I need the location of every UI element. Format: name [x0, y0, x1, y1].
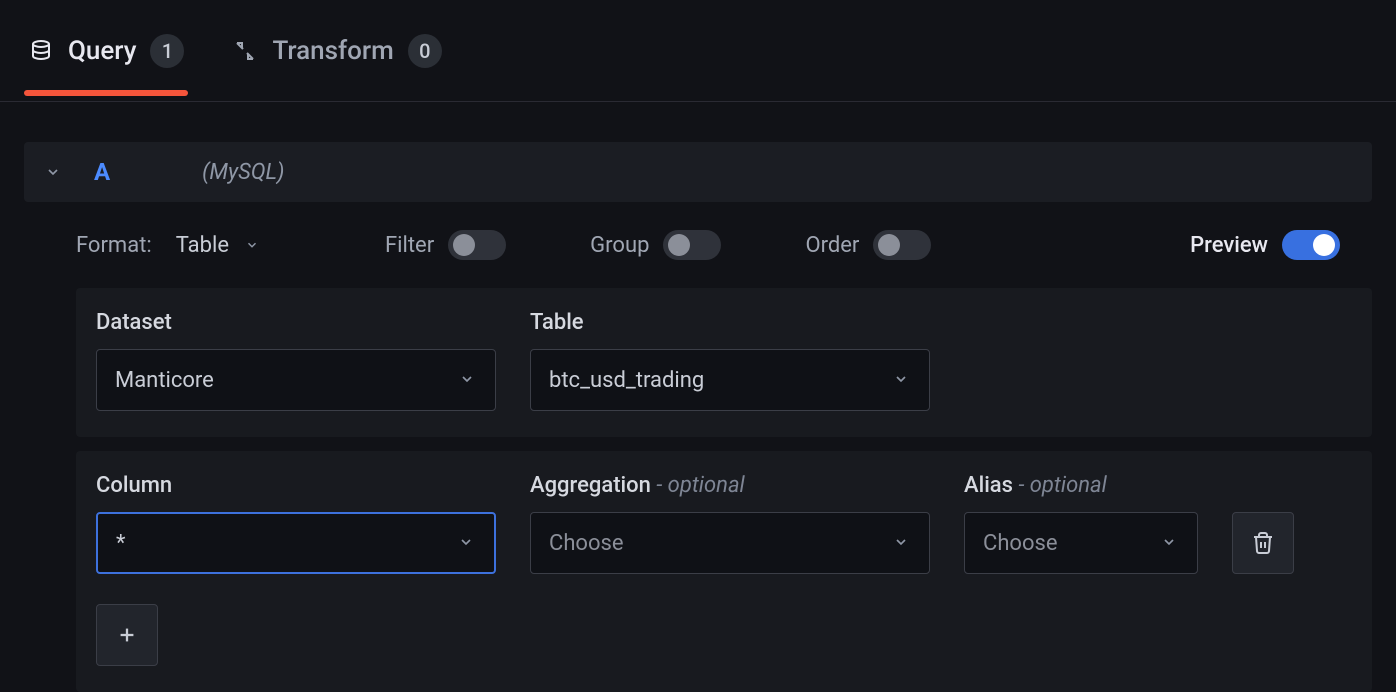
chevron-down-icon [893, 534, 911, 552]
dataset-panel: Dataset Manticore Table btc_usd_trading [76, 288, 1372, 437]
chevron-down-icon [893, 371, 911, 389]
database-icon [28, 38, 54, 64]
format-label: Format: [76, 233, 152, 258]
table-label: Table [530, 310, 930, 335]
dataset-value: Manticore [115, 368, 214, 393]
transform-icon [232, 38, 258, 64]
column-label: Column [96, 473, 496, 498]
columns-panel: Column * Aggregation - optional Choose [76, 451, 1372, 692]
preview-toggle[interactable] [1282, 230, 1340, 260]
dataset-field: Dataset Manticore [96, 310, 496, 411]
column-field: Column * [96, 473, 496, 574]
group-toggle[interactable] [663, 230, 721, 260]
alias-select[interactable]: Choose [964, 512, 1198, 574]
format-group: Format: Table [76, 233, 261, 258]
delete-row-button[interactable] [1232, 512, 1294, 574]
filter-label: Filter [385, 233, 434, 258]
group-label: Group [590, 233, 649, 258]
alias-field: Alias - optional Choose [964, 473, 1198, 574]
query-letter: A [94, 158, 110, 186]
chevron-down-icon [458, 534, 476, 552]
filter-toggle[interactable] [448, 230, 506, 260]
table-field: Table btc_usd_trading [530, 310, 930, 411]
order-toggle[interactable] [873, 230, 931, 260]
query-datasource: (MySQL) [202, 160, 284, 185]
aggregation-select[interactable]: Choose [530, 512, 930, 574]
chevron-down-icon [459, 371, 477, 389]
tab-transform-label: Transform [272, 36, 393, 66]
format-select[interactable]: Table [176, 233, 261, 258]
tab-transform[interactable]: Transform 0 [232, 34, 441, 96]
order-toggle-group: Order [805, 230, 931, 260]
column-value: * [116, 531, 125, 556]
aggregation-field: Aggregation - optional Choose [530, 473, 930, 574]
order-label: Order [805, 233, 859, 258]
tab-query[interactable]: Query 1 [28, 34, 184, 96]
trash-icon [1251, 531, 1275, 555]
aggregation-label: Aggregation - optional [530, 473, 930, 498]
query-options-row: Format: Table Filter Group Order Preview [0, 202, 1396, 278]
tab-query-badge: 1 [150, 34, 184, 68]
dataset-select[interactable]: Manticore [96, 349, 496, 411]
alias-placeholder: Choose [983, 531, 1058, 556]
tab-transform-badge: 0 [408, 34, 442, 68]
filter-toggle-group: Filter [385, 230, 506, 260]
chevron-down-icon [1161, 534, 1179, 552]
group-toggle-group: Group [590, 230, 721, 260]
dataset-label: Dataset [96, 310, 496, 335]
table-select[interactable]: btc_usd_trading [530, 349, 930, 411]
chevron-down-icon [44, 163, 62, 181]
chevron-down-icon [243, 236, 261, 254]
plus-icon [116, 624, 138, 646]
format-value: Table [176, 233, 229, 258]
query-row-header[interactable]: A (MySQL) [24, 142, 1372, 202]
editor-tabs: Query 1 Transform 0 [0, 0, 1396, 102]
add-column-button[interactable] [96, 604, 158, 666]
aggregation-placeholder: Choose [549, 531, 624, 556]
tab-query-label: Query [68, 36, 136, 66]
table-value: btc_usd_trading [549, 368, 704, 393]
preview-toggle-group: Preview [1190, 230, 1340, 260]
preview-label: Preview [1190, 233, 1268, 258]
column-select[interactable]: * [96, 512, 496, 574]
alias-label: Alias - optional [964, 473, 1198, 498]
